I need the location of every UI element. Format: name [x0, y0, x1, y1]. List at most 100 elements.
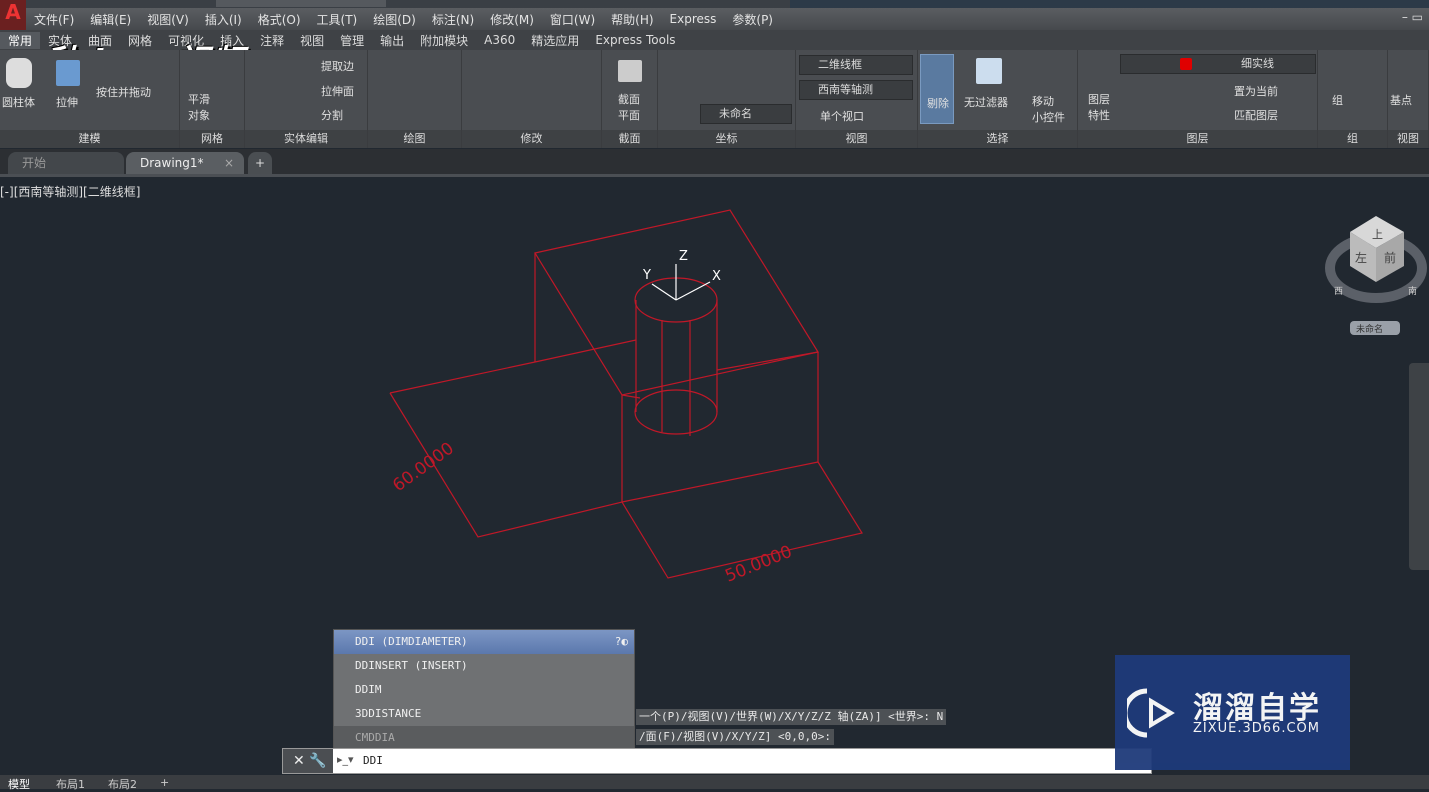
watermark: 溜溜自学 ZIXUE.3D66.COM — [1115, 655, 1350, 770]
panel-coords: 未命名 坐标 — [658, 50, 796, 148]
close-icon[interactable]: × — [224, 152, 234, 174]
menu-item[interactable]: 插入(I) — [197, 11, 250, 28]
app-logo[interactable]: A — [0, 0, 26, 30]
compass-south[interactable]: 南 — [1408, 285, 1417, 297]
panel-view2: 基点 视图 — [1388, 50, 1429, 148]
tab-model[interactable]: 模型 — [8, 776, 30, 792]
panel-title[interactable]: 图层 — [1078, 130, 1317, 148]
panel-title[interactable]: 视图 — [1388, 130, 1428, 148]
layer-dropdown[interactable]: 细实线 — [1120, 54, 1316, 74]
box-top — [534, 209, 819, 396]
menu-item[interactable]: 视图(V) — [139, 11, 197, 28]
menu-item[interactable]: Express — [662, 12, 725, 26]
window-controls[interactable]: – ▭ — [1402, 10, 1423, 24]
viewport-button[interactable]: 单个视口 — [820, 108, 864, 124]
autocomplete-item[interactable]: CMDDIA — [334, 726, 634, 750]
filter-button[interactable]: 无过滤器 — [964, 94, 1008, 110]
group-button[interactable]: 组 — [1332, 92, 1343, 108]
extrude-icon[interactable] — [56, 60, 80, 86]
new-tab-button[interactable]: + — [248, 152, 272, 174]
watermark-url: ZIXUE.3D66.COM — [1193, 721, 1320, 736]
menu-item[interactable]: 修改(M) — [482, 11, 542, 28]
presspull-button[interactable]: 按住并拖动 — [96, 84, 151, 100]
panel-title[interactable]: 修改 — [462, 130, 601, 148]
section-plane-button[interactable]: 截面 平面 — [618, 92, 640, 124]
navigation-bar[interactable] — [1409, 363, 1429, 570]
view-direction-dropdown[interactable]: 西南等轴测 — [799, 80, 913, 100]
gizmo-button[interactable]: 移动 小控件 — [1032, 94, 1065, 126]
ucs-menu[interactable]: 未命名 — [1356, 323, 1383, 335]
model-wireframe — [389, 209, 863, 579]
add-layout-button[interactable]: + — [160, 776, 169, 789]
ribbon-tab[interactable]: 输出 — [372, 32, 412, 49]
viewcube-left[interactable]: 左 — [1355, 250, 1367, 265]
menu-item[interactable]: 文件(F) — [26, 11, 82, 28]
ribbon-tab[interactable]: 精选应用 — [523, 32, 587, 49]
panel-mesh: 平滑 对象 网格 — [180, 50, 245, 148]
cull-button[interactable]: 剔除 — [920, 54, 954, 124]
panel-title[interactable]: 坐标 — [658, 130, 795, 148]
tab-layout1[interactable]: 布局1 — [56, 776, 85, 792]
tab-layout2[interactable]: 布局2 — [108, 776, 137, 792]
compass-west[interactable]: 西 — [1334, 286, 1343, 297]
ribbon-tab[interactable]: 附加模块 — [412, 32, 476, 49]
panel-title[interactable]: 建模 — [0, 130, 179, 148]
viewcube-top[interactable]: 上 — [1372, 228, 1383, 241]
autocomplete-item[interactable]: DDINSERT (INSERT) — [334, 654, 634, 678]
menu-item[interactable]: 绘图(D) — [365, 11, 424, 28]
menu-item[interactable]: 工具(T) — [309, 11, 366, 28]
menu-item[interactable]: 格式(O) — [250, 11, 309, 28]
section-plane-icon[interactable] — [618, 60, 642, 82]
axis-z: Z — [679, 249, 688, 264]
cylinder-icon[interactable] — [6, 58, 32, 88]
autocomplete-item[interactable]: 3DDISTANCE — [334, 702, 634, 726]
viewcube[interactable]: 上 左 前 西 南 未命名 — [1325, 216, 1427, 335]
panel-title[interactable]: 实体编辑 — [245, 130, 367, 148]
command-close-button[interactable]: ✕ 🔧 — [283, 749, 333, 773]
wrench-icon[interactable]: 🔧 — [309, 753, 326, 769]
viewport-controls[interactable]: [-][西南等轴测][二维线框] — [0, 183, 140, 200]
ribbon-tab[interactable]: 注释 — [252, 32, 292, 49]
panel-title[interactable]: 组 — [1318, 130, 1387, 148]
panel-title[interactable]: 选择 — [918, 130, 1077, 148]
command-history-line: /面(F)/视图(V)/X/Y/Z] <0,0,0>: — [636, 729, 834, 745]
smooth-button[interactable]: 平滑 对象 — [188, 92, 210, 124]
panel-title[interactable]: 截面 — [602, 130, 657, 148]
visual-style-dropdown[interactable]: 二维线框 — [799, 55, 913, 75]
tab-drawing1[interactable]: Drawing1* × — [126, 152, 244, 174]
tab-start[interactable]: 开始 — [8, 152, 124, 174]
menu-item[interactable]: 帮助(H) — [603, 11, 661, 28]
autocomplete-item[interactable]: DDIM — [334, 678, 634, 702]
layer-properties-button[interactable]: 图层 特性 — [1088, 92, 1110, 124]
ribbon-tab[interactable]: 常用 — [0, 31, 41, 49]
cylinder-button[interactable]: 圆柱体 — [2, 94, 35, 110]
panel-title[interactable]: 网格 — [180, 130, 244, 148]
command-prompt-icon[interactable]: ▸_▾ — [337, 753, 354, 766]
menu-item[interactable]: 参数(P) — [724, 11, 781, 28]
set-current-button[interactable]: 置为当前 — [1234, 83, 1278, 99]
ribbon-tab[interactable]: 视图 — [292, 32, 332, 49]
extract-edges-button[interactable]: 提取边 — [321, 58, 354, 74]
panel-title[interactable]: 视图 — [796, 130, 917, 148]
split-button[interactable]: 分割 — [321, 107, 343, 123]
dimension-50[interactable]: 50.0000 — [722, 542, 795, 587]
command-input[interactable]: DDI — [363, 754, 383, 767]
ribbon-tab[interactable]: Express Tools — [587, 33, 683, 47]
extrude-button[interactable]: 拉伸 — [56, 94, 78, 110]
extrude-face-button[interactable]: 拉伸面 — [321, 83, 354, 99]
viewcube-front[interactable]: 前 — [1384, 250, 1396, 265]
panel-title[interactable]: 绘图 — [368, 130, 461, 148]
match-layer-button[interactable]: 匹配图层 — [1234, 107, 1278, 123]
filter-icon[interactable] — [976, 58, 1002, 84]
base-point-button[interactable]: 基点 — [1390, 92, 1412, 108]
menu-item[interactable]: 窗口(W) — [542, 11, 603, 28]
menu-item[interactable]: 编辑(E) — [82, 11, 139, 28]
autocomplete-item[interactable]: DDI (DIMDIAMETER) ?◐ — [334, 630, 634, 654]
title-bar — [0, 0, 1429, 8]
ribbon-tab[interactable]: A360 — [476, 33, 523, 47]
quick-search[interactable] — [216, 0, 386, 7]
menu-item[interactable]: 标注(N) — [424, 11, 482, 28]
ribbon-tab[interactable]: 管理 — [332, 32, 372, 49]
help-icon[interactable]: ?◐ — [615, 630, 628, 654]
ucs-dropdown[interactable]: 未命名 — [700, 104, 792, 124]
